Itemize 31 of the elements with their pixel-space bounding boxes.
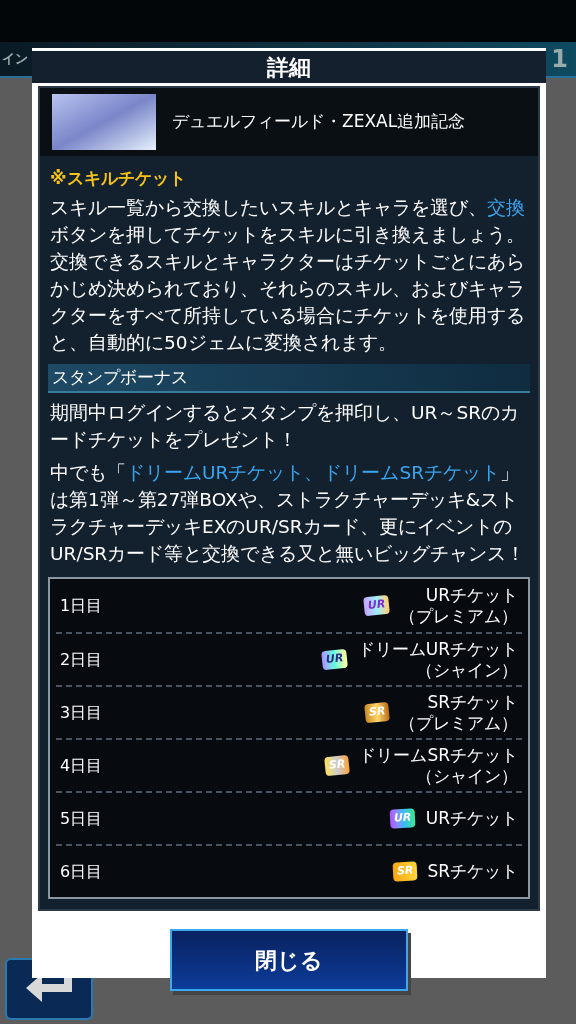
ticket-name: （プレミアム） [399, 712, 518, 734]
ticket-name: （シャイン） [416, 659, 518, 681]
banner-title: デュエルフィールド・ZEXAL追加記念 [172, 110, 466, 134]
ticket-name: SRチケット [427, 691, 518, 713]
ticket-icon: SR [324, 755, 351, 776]
ticket-name: ドリームURチケット [357, 638, 518, 660]
ticket-name: ドリームSRチケット [359, 744, 518, 766]
skill-paragraph: スキル一覧から交換したいスキルとキャラを選び、交換 ボタンを押してチケットをスキルに引き換えましょう。交換できるスキルとキャラクターはチケットごとにあらかじめ決められており、それらのスキル、およびキャラクターをすべて所持している場合にチケットを使用すると、自動的に50ジェムに変換されます。 [50, 195, 526, 355]
header-count: 1 [551, 44, 568, 75]
ticket-icon: SR [392, 861, 418, 882]
skill-heading: ※スキルチケット [49, 167, 187, 190]
stamp-heading: スタンプボーナス [48, 363, 530, 393]
day-label: 4日目 [60, 754, 104, 777]
stamp-paragraph: 期間中ログインするとスタンプを押印し、UR～SRのカードチケットをプレゼント！ [50, 401, 520, 452]
ticket-icon: UR [389, 808, 417, 829]
day-label: 3日目 [60, 701, 104, 724]
header-title: イン [2, 50, 28, 69]
ticket-name: （シャイン） [416, 765, 518, 787]
ticket-name: URチケット [425, 584, 518, 606]
ticket-icon: SR [363, 702, 390, 723]
ticket-icon: UR [321, 648, 349, 671]
day-label: 6日目 [60, 860, 104, 883]
day-label: 2日目 [60, 648, 104, 671]
stamp-paragraph: 中でも「ドリームURチケット、ドリームSRチケット」は第1弾～第27弾BOXや、ストラクチャーデッキ&ストラクチャーデッキEXのUR/SRカード、更にイベントのUR/SRカード等と交換できる又と無いビッグチャンス！ [50, 461, 527, 566]
ticket-name: URチケット [425, 808, 518, 829]
day-label: 1日目 [60, 594, 104, 617]
ticket-name: （プレミアム） [399, 605, 518, 627]
ticket-icon: UR [362, 594, 390, 617]
dialog-title: 詳細 [32, 51, 546, 83]
day-label: 5日目 [60, 807, 104, 830]
ticket-name: SRチケット [427, 861, 518, 882]
